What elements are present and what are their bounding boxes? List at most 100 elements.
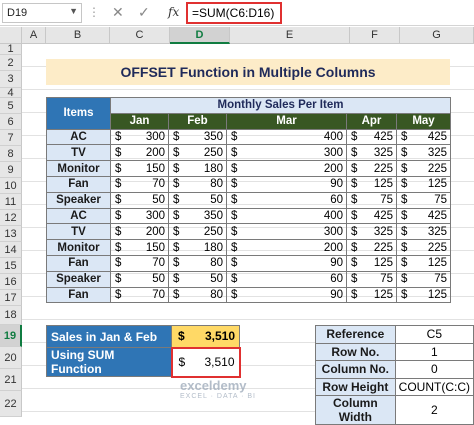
sales-cell[interactable]: $325	[346, 144, 397, 162]
param-value[interactable]: 0	[394, 360, 474, 379]
row-header-9[interactable]: 9	[0, 162, 22, 178]
sales-cell[interactable]: $180	[168, 160, 227, 177]
sales-cell[interactable]: $325	[346, 223, 397, 241]
select-all-corner[interactable]	[0, 27, 22, 44]
row-header-18[interactable]: 18	[0, 306, 22, 325]
item-name[interactable]: Speaker	[46, 191, 111, 209]
sales-cell[interactable]: $225	[396, 160, 451, 177]
row-header-15[interactable]: 15	[0, 258, 22, 274]
sales-cell[interactable]: $70	[110, 286, 169, 304]
sales-cell[interactable]: $125	[396, 286, 451, 304]
row-header-21[interactable]: 21	[0, 369, 22, 391]
sales-cell[interactable]: $200	[110, 144, 169, 162]
sales-cell[interactable]: $350	[168, 128, 227, 146]
sales-cell[interactable]: $50	[168, 191, 227, 209]
sales-cell[interactable]: $90	[226, 254, 347, 272]
sales-cell[interactable]: $75	[346, 270, 397, 288]
sales-cell[interactable]: $90	[226, 286, 347, 304]
cancel-icon[interactable]: ✕	[112, 4, 124, 21]
sales-cell[interactable]: $225	[346, 239, 397, 256]
sales-cell[interactable]: $225	[346, 160, 397, 177]
row-header-7[interactable]: 7	[0, 130, 22, 146]
row-header-22[interactable]: 22	[0, 391, 22, 417]
sales-cell[interactable]: $325	[396, 144, 451, 162]
sales-cell[interactable]: $50	[168, 270, 227, 288]
row-header-14[interactable]: 14	[0, 242, 22, 258]
insert-function-icon[interactable]: fx	[168, 5, 179, 19]
item-name[interactable]: Monitor	[46, 160, 111, 177]
sales-cell[interactable]: $300	[110, 207, 169, 225]
selected-cell-d19[interactable]: $ 3,510	[170, 346, 241, 378]
row-header-19[interactable]: 19	[0, 325, 22, 347]
column-header-e[interactable]: E	[230, 27, 350, 44]
sales-cell[interactable]: $70	[110, 175, 169, 193]
sales-cell[interactable]: $80	[168, 175, 227, 193]
row-header-12[interactable]: 12	[0, 210, 22, 226]
sales-cell[interactable]: $425	[346, 207, 397, 225]
column-header-d[interactable]: D	[170, 27, 230, 44]
name-box[interactable]: D19 ▼	[2, 3, 82, 23]
sales-cell[interactable]: $300	[226, 144, 347, 162]
sales-cell[interactable]: $225	[396, 239, 451, 256]
row-header-10[interactable]: 10	[0, 178, 22, 194]
row-header-3[interactable]: 3	[0, 71, 22, 88]
sales-cell[interactable]: $250	[168, 223, 227, 241]
row-header-4[interactable]: 4	[0, 88, 22, 99]
sales-cell[interactable]: $75	[396, 191, 451, 209]
sales-cell[interactable]: $425	[396, 128, 451, 146]
param-value[interactable]: 1	[394, 342, 474, 362]
sales-cell[interactable]: $90	[226, 175, 347, 193]
sales-cell[interactable]: $125	[396, 254, 451, 272]
row-header-16[interactable]: 16	[0, 274, 22, 290]
sales-cell[interactable]: $70	[110, 254, 169, 272]
sales-cell[interactable]: $60	[226, 191, 347, 209]
sales-cell[interactable]: $350	[168, 207, 227, 225]
sales-cell[interactable]: $125	[346, 286, 397, 304]
param-value[interactable]: 2	[394, 395, 474, 425]
sales-cell[interactable]: $150	[110, 160, 169, 177]
row-header-20[interactable]: 20	[0, 347, 22, 369]
item-name[interactable]: TV	[46, 144, 111, 162]
row-header-2[interactable]: 2	[0, 55, 22, 71]
item-name[interactable]: Fan	[46, 175, 111, 193]
column-header-f[interactable]: F	[350, 27, 400, 44]
sales-cell[interactable]: $250	[168, 144, 227, 162]
sales-cell[interactable]: $125	[346, 175, 397, 193]
sales-cell[interactable]: $50	[110, 191, 169, 209]
row-header-17[interactable]: 17	[0, 290, 22, 306]
column-header-b[interactable]: B	[46, 27, 110, 44]
chevron-down-icon[interactable]: ▼	[69, 6, 78, 16]
item-name[interactable]: Speaker	[46, 270, 111, 288]
sales-cell[interactable]: $325	[396, 223, 451, 241]
sales-cell[interactable]: $80	[168, 254, 227, 272]
item-name[interactable]: AC	[46, 207, 111, 225]
row-header-6[interactable]: 6	[0, 114, 22, 130]
param-value[interactable]: COUNT(C:C)	[394, 377, 474, 397]
item-name[interactable]: Fan	[46, 286, 111, 304]
sales-cell[interactable]: $180	[168, 239, 227, 256]
row-header-1[interactable]: 1	[0, 44, 22, 55]
item-name[interactable]: AC	[46, 128, 111, 146]
check-icon[interactable]: ✓	[138, 4, 150, 21]
row-header-11[interactable]: 11	[0, 194, 22, 210]
row-header-13[interactable]: 13	[0, 226, 22, 242]
column-header-a[interactable]: A	[22, 27, 46, 44]
sales-cell[interactable]: $200	[110, 223, 169, 241]
sales-cell[interactable]: $75	[396, 270, 451, 288]
sales-cell[interactable]: $200	[226, 239, 347, 256]
sales-cell[interactable]: $400	[226, 128, 347, 146]
sales-cell[interactable]: $125	[396, 175, 451, 193]
item-name[interactable]: TV	[46, 223, 111, 241]
sales-cell[interactable]: $400	[226, 207, 347, 225]
item-name[interactable]: Monitor	[46, 239, 111, 256]
row-header-5[interactable]: 5	[0, 98, 22, 114]
sales-cell[interactable]: $75	[346, 191, 397, 209]
formula-input[interactable]: =SUM(C6:D16)	[186, 2, 282, 24]
param-value[interactable]: C5	[394, 325, 474, 344]
column-header-c[interactable]: C	[110, 27, 170, 44]
sales-cell[interactable]: $80	[168, 286, 227, 304]
row-header-8[interactable]: 8	[0, 146, 22, 162]
summary-value[interactable]: $ 3,510	[171, 325, 240, 348]
sales-cell[interactable]: $300	[226, 223, 347, 241]
sales-cell[interactable]: $125	[346, 254, 397, 272]
